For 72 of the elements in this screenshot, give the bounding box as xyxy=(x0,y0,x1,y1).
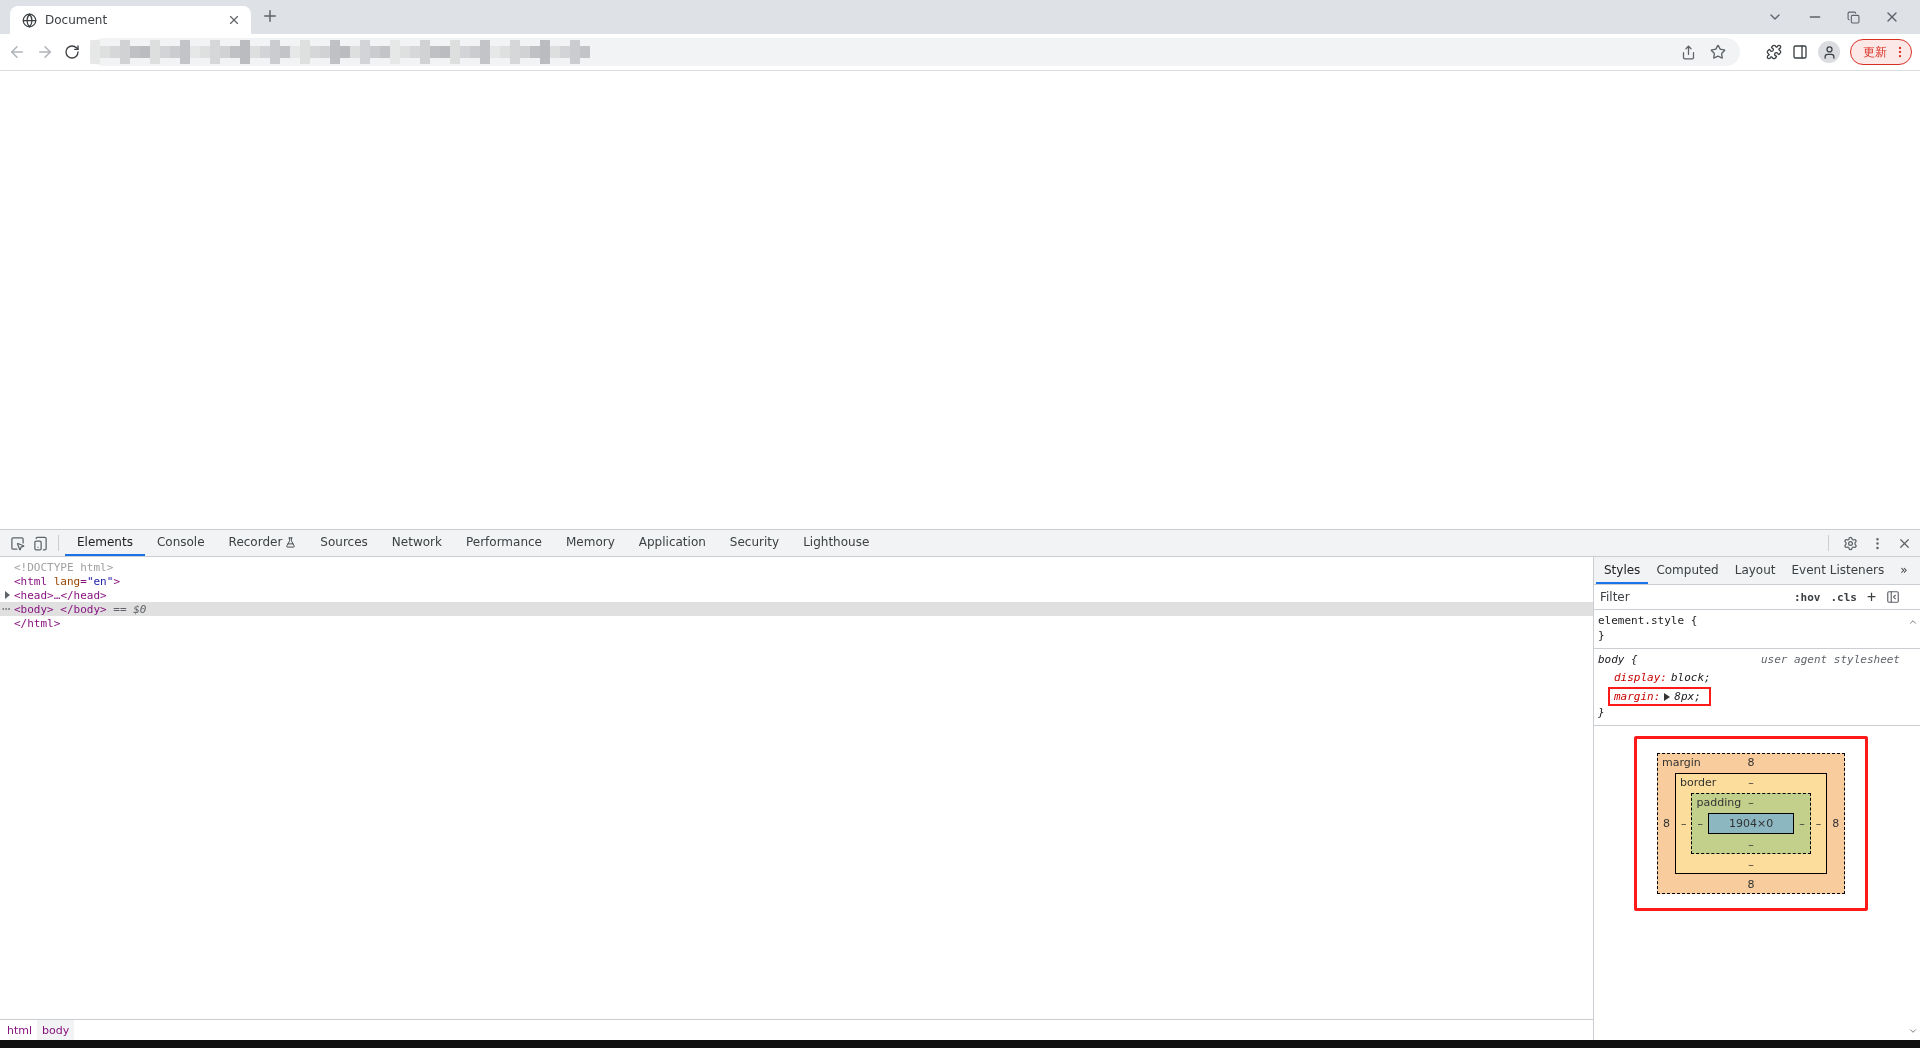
globe-icon xyxy=(22,12,37,28)
devtools-tab[interactable]: Performance xyxy=(453,530,554,556)
dom-node-text: <html lang="en"> xyxy=(14,574,120,588)
devtools-tab[interactable]: Console xyxy=(144,530,217,556)
breadcrumb[interactable]: body xyxy=(37,1020,75,1040)
more-tabs-button[interactable]: » xyxy=(1892,557,1916,584)
dom-node-text: <head>…</head> xyxy=(14,588,107,602)
dom-line[interactable]: <head>…</head> xyxy=(0,588,1593,602)
css-declaration[interactable]: display: block; xyxy=(1607,668,1721,687)
box-label: margin xyxy=(1660,755,1702,771)
dom-line[interactable]: <html lang="en"> xyxy=(0,574,1593,588)
box-value: – xyxy=(1814,816,1823,832)
expand-triangle-icon[interactable] xyxy=(1664,692,1671,701)
box-value: – xyxy=(1747,775,1755,791)
inspect-icon[interactable] xyxy=(10,535,25,551)
box-value: 8 xyxy=(1746,877,1756,893)
new-rule-button[interactable]: + xyxy=(1866,588,1876,606)
box-value: 8 xyxy=(1746,755,1756,771)
hov-button[interactable]: :hov xyxy=(1793,590,1821,604)
css-declaration[interactable]: margin: 8px; xyxy=(1607,687,1711,706)
flask-icon xyxy=(285,536,297,548)
devtools-tab[interactable]: Elements xyxy=(65,530,145,556)
box-value: – xyxy=(1798,816,1806,832)
devtools-tab[interactable]: Application xyxy=(626,530,718,556)
share-icon[interactable] xyxy=(1681,44,1696,60)
settings-icon[interactable] xyxy=(1843,535,1858,551)
dom-node-text: </html> xyxy=(14,616,61,630)
dom-node-text: <!DOCTYPE html> xyxy=(14,560,114,574)
devtools-tab[interactable]: Lighthouse xyxy=(791,530,882,556)
avatar-icon[interactable] xyxy=(1818,41,1840,63)
device-icon[interactable] xyxy=(33,535,48,551)
box-value: 8 xyxy=(1661,816,1671,832)
scroll-down-icon xyxy=(1908,1026,1918,1036)
close-icon[interactable] xyxy=(227,13,241,27)
restore-icon[interactable] xyxy=(1847,10,1860,24)
tab-title: Document xyxy=(45,13,109,27)
reload-icon[interactable] xyxy=(64,44,80,60)
devtools-tab[interactable]: Sources xyxy=(308,530,380,556)
devtools-tab[interactable]: Security xyxy=(717,530,792,556)
sidebar-toggle-icon[interactable] xyxy=(1886,590,1900,604)
star-icon[interactable] xyxy=(1710,44,1726,60)
box-value: – xyxy=(1679,816,1688,832)
rule-source[interactable]: user agent stylesheet xyxy=(1760,653,1900,668)
rule-brace: } xyxy=(1597,706,1605,721)
box-value: – xyxy=(1747,837,1755,853)
browser-tab[interactable]: Document xyxy=(10,6,251,34)
box-value: – xyxy=(1696,816,1704,832)
breadcrumb[interactable]: html xyxy=(2,1020,38,1040)
rule-brace: } xyxy=(1597,629,1605,644)
rule-selector: body { xyxy=(1597,653,1638,668)
dom-line[interactable]: </html> xyxy=(0,616,1593,630)
box-value: – xyxy=(1747,857,1755,873)
puzzle-icon[interactable] xyxy=(1766,44,1782,60)
box-label: border xyxy=(1678,775,1718,791)
styles-tab[interactable]: Layout xyxy=(1726,557,1784,584)
box-value: 8 xyxy=(1831,816,1841,832)
devtools-tab[interactable]: Memory xyxy=(554,530,627,556)
update-button[interactable]: 更新 xyxy=(1850,39,1912,65)
expand-triangle-icon[interactable] xyxy=(4,591,11,599)
cls-button[interactable]: .cls xyxy=(1830,590,1857,604)
devtools-tab[interactable]: Network xyxy=(379,530,454,556)
styles-tab[interactable]: Computed xyxy=(1648,557,1727,584)
content-box: 1904×0 xyxy=(1707,813,1795,834)
box-value: – xyxy=(1747,795,1755,811)
scroll-up-icon xyxy=(1908,617,1918,627)
rule-selector: element.style { xyxy=(1597,614,1698,629)
devtools-tab[interactable]: Recorder xyxy=(216,530,309,556)
box-label: padding xyxy=(1695,795,1743,811)
styles-tab[interactable]: Event Listeners xyxy=(1783,557,1893,584)
styles-tab[interactable]: Styles xyxy=(1595,557,1649,584)
dom-node-text: <body> </body> == $0 xyxy=(14,602,147,616)
side-panel-icon[interactable] xyxy=(1792,44,1808,60)
